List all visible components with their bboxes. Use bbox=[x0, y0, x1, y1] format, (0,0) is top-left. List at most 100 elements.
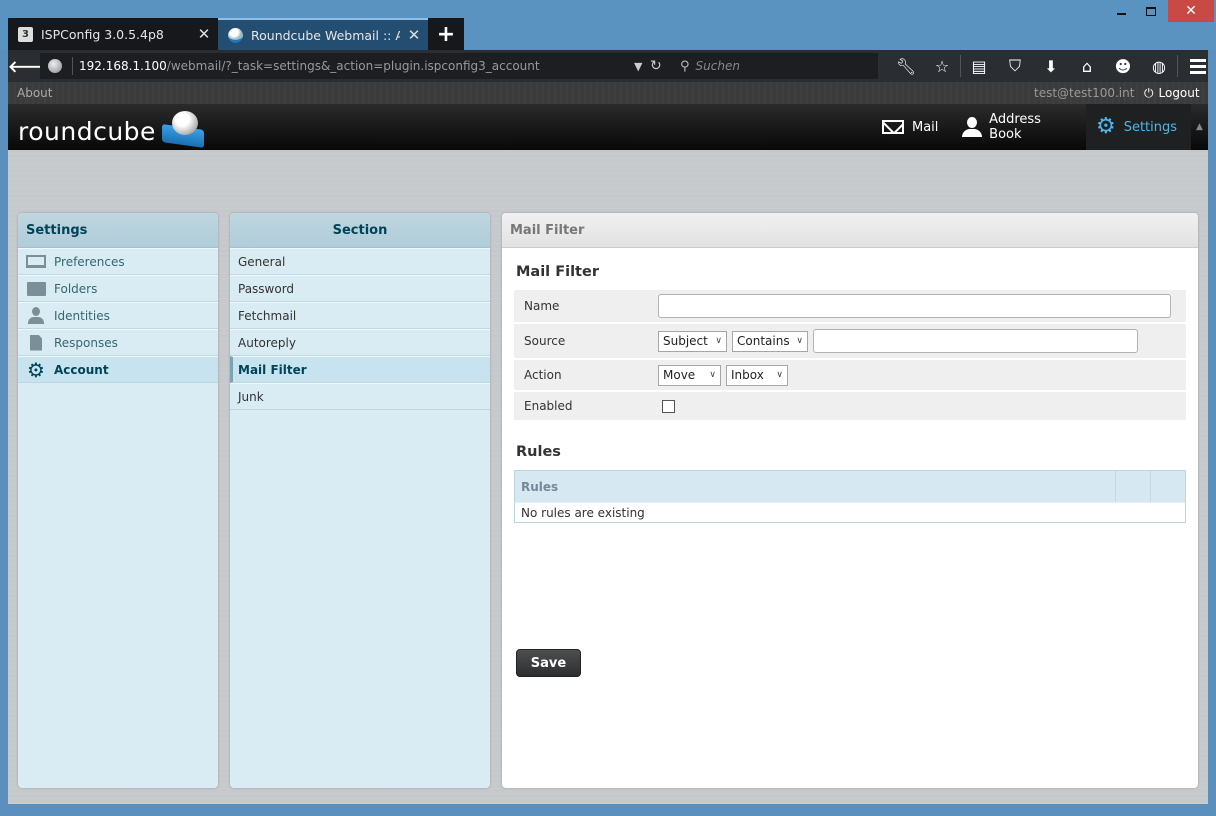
gear-icon: ⚙ bbox=[27, 357, 45, 382]
form-row-name: Name bbox=[514, 290, 1186, 322]
settings-item-label: Responses bbox=[54, 335, 118, 350]
response-icon bbox=[26, 334, 46, 351]
rules-title: Rules bbox=[516, 444, 561, 460]
section-item-mail-filter[interactable]: Mail Filter bbox=[230, 356, 490, 383]
logo-text: roundcube bbox=[18, 116, 156, 146]
home-icon[interactable]: ⌂ bbox=[1069, 57, 1105, 76]
source-operator-select[interactable]: Contains ∨ bbox=[732, 330, 808, 352]
enabled-label: Enabled bbox=[524, 399, 573, 413]
tab-roundcube[interactable]: Roundcube Webmail :: Ac... ✕ bbox=[218, 18, 428, 50]
bookmark-star-icon[interactable]: ☆ bbox=[924, 57, 960, 76]
section-item-autoreply[interactable]: Autoreply bbox=[230, 329, 490, 356]
url-text[interactable]: 192.168.1.100/webmail/?_task=settings&_a… bbox=[79, 59, 634, 73]
save-button[interactable]: Save bbox=[516, 649, 581, 677]
power-icon: ⏻ bbox=[1144, 85, 1154, 100]
settings-item-label: Identities bbox=[54, 308, 110, 323]
menu-icon[interactable] bbox=[1178, 58, 1216, 74]
new-tab-button[interactable]: + bbox=[428, 18, 464, 50]
folder-icon bbox=[26, 281, 46, 297]
search-icon: ⚲ bbox=[680, 58, 690, 74]
url-host: 192.168.1.100 bbox=[79, 59, 167, 73]
globe-icon bbox=[48, 59, 62, 73]
logout-link[interactable]: ⏻ Logout bbox=[1144, 86, 1200, 101]
name-input[interactable] bbox=[658, 294, 1171, 318]
roundcube-favicon-icon bbox=[228, 27, 243, 43]
wrench-icon[interactable]: 🔧︎ bbox=[888, 57, 924, 76]
back-button[interactable]: 🡐 bbox=[8, 56, 51, 76]
tab-title: Roundcube Webmail :: Ac... bbox=[251, 27, 400, 43]
settings-item-label: Folders bbox=[54, 281, 98, 296]
close-tab-icon[interactable]: ✕ bbox=[400, 26, 428, 44]
search-placeholder: Suchen bbox=[695, 59, 740, 73]
close-icon: ✕ bbox=[1185, 3, 1197, 19]
address-book-icon bbox=[962, 117, 983, 137]
select-value: Subject bbox=[663, 334, 708, 348]
tab-ispconfig[interactable]: 3 ISPConfig 3.0.5.4p8 ✕ bbox=[8, 18, 218, 50]
user-email: test@test100.int bbox=[1034, 86, 1135, 100]
identity-icon bbox=[26, 306, 46, 324]
source-label: Source bbox=[524, 334, 566, 348]
section-item-password[interactable]: Password bbox=[230, 275, 490, 302]
chat-icon[interactable]: ☻ bbox=[1105, 57, 1141, 76]
url-history-dropdown-icon[interactable]: ▼ bbox=[634, 60, 650, 73]
url-bar[interactable]: 192.168.1.100/webmail/?_task=settings&_a… bbox=[40, 53, 672, 79]
settings-item-responses[interactable]: Responses bbox=[18, 329, 218, 356]
enabled-checkbox[interactable] bbox=[662, 399, 675, 413]
pocket-icon[interactable]: ⛉ bbox=[997, 56, 1033, 76]
rules-empty-message: No rules are existing bbox=[515, 502, 1185, 522]
reading-list-icon[interactable]: ▤ bbox=[961, 57, 997, 76]
roundcube-cube-icon bbox=[160, 109, 208, 153]
web-developer-icon[interactable]: ◍ bbox=[1141, 57, 1177, 76]
select-value: Contains bbox=[737, 334, 790, 348]
settings-item-label: Account bbox=[54, 362, 109, 377]
settings-item-label: Preferences bbox=[54, 254, 125, 269]
form-row-source: Source Subject ∨ Contains ∨ bbox=[514, 324, 1186, 358]
settings-item-account[interactable]: ⚙ Account bbox=[18, 356, 218, 383]
nav-address-book[interactable]: Address Book bbox=[952, 104, 1086, 150]
task-nav: Mail Address Book ⚙ Settings ▲ bbox=[872, 104, 1208, 150]
select-value: Inbox bbox=[731, 368, 764, 382]
browser-navbar: 🡐 192.168.1.100/webmail/?_task=settings&… bbox=[8, 50, 1208, 82]
maximize-button[interactable] bbox=[1136, 0, 1166, 22]
form-row-action: Action Move ∨ Inbox ∨ bbox=[514, 360, 1186, 390]
section-item-fetchmail[interactable]: Fetchmail bbox=[230, 302, 490, 329]
nav-settings[interactable]: ⚙ Settings bbox=[1085, 104, 1192, 150]
nav-address-book-label: Address Book bbox=[989, 112, 1041, 142]
settings-panel-title: Settings bbox=[18, 213, 218, 248]
maximize-icon bbox=[1146, 6, 1156, 16]
search-bar[interactable]: ⚲ Suchen bbox=[672, 53, 878, 79]
minimize-button[interactable] bbox=[1106, 0, 1136, 22]
settings-item-preferences[interactable]: Preferences bbox=[18, 248, 218, 275]
main-panel-header: Mail Filter bbox=[502, 213, 1198, 248]
source-field-select[interactable]: Subject ∨ bbox=[658, 330, 727, 352]
chevron-down-icon: ∨ bbox=[796, 336, 803, 346]
about-link[interactable]: About bbox=[17, 86, 52, 100]
section-item-junk[interactable]: Junk bbox=[230, 383, 490, 410]
action-select[interactable]: Move ∨ bbox=[658, 364, 721, 386]
settings-item-folders[interactable]: Folders bbox=[18, 275, 218, 302]
rules-table-header: Rules bbox=[515, 471, 1185, 502]
settings-item-identities[interactable]: Identities bbox=[18, 302, 218, 329]
source-value-input[interactable] bbox=[813, 329, 1138, 353]
close-window-button[interactable]: ✕ bbox=[1168, 0, 1214, 22]
logout-label: Logout bbox=[1158, 86, 1200, 100]
tab-strip: 3 ISPConfig 3.0.5.4p8 ✕ Roundcube Webmai… bbox=[8, 18, 464, 50]
collapse-header-button[interactable]: ▲ bbox=[1191, 104, 1208, 150]
section-item-general[interactable]: General bbox=[230, 248, 490, 275]
name-label: Name bbox=[524, 299, 560, 313]
target-folder-select[interactable]: Inbox ∨ bbox=[726, 364, 788, 386]
close-tab-icon[interactable]: ✕ bbox=[190, 25, 218, 43]
tab-title: ISPConfig 3.0.5.4p8 bbox=[41, 26, 164, 42]
url-path: /webmail/?_task=settings&_action=plugin.… bbox=[166, 59, 540, 73]
ispconfig-favicon-icon: 3 bbox=[18, 26, 33, 42]
section-panel-title: Section bbox=[230, 213, 490, 248]
caret-up-icon: ▲ bbox=[1196, 122, 1203, 132]
settings-panel: Settings Preferences Folders Identities … bbox=[18, 213, 218, 788]
roundcube-logo[interactable]: roundcube bbox=[18, 109, 208, 153]
topline: About test@test100.int ⏻ Logout bbox=[8, 82, 1208, 104]
chevron-down-icon: ∨ bbox=[709, 370, 716, 380]
nav-mail[interactable]: Mail bbox=[872, 104, 952, 150]
filter-form: Name Source Subject ∨ Contains ∨ Action Mo… bbox=[514, 290, 1186, 420]
download-icon[interactable]: ⬇ bbox=[1033, 57, 1069, 76]
reload-icon[interactable]: ↻ bbox=[650, 58, 672, 74]
